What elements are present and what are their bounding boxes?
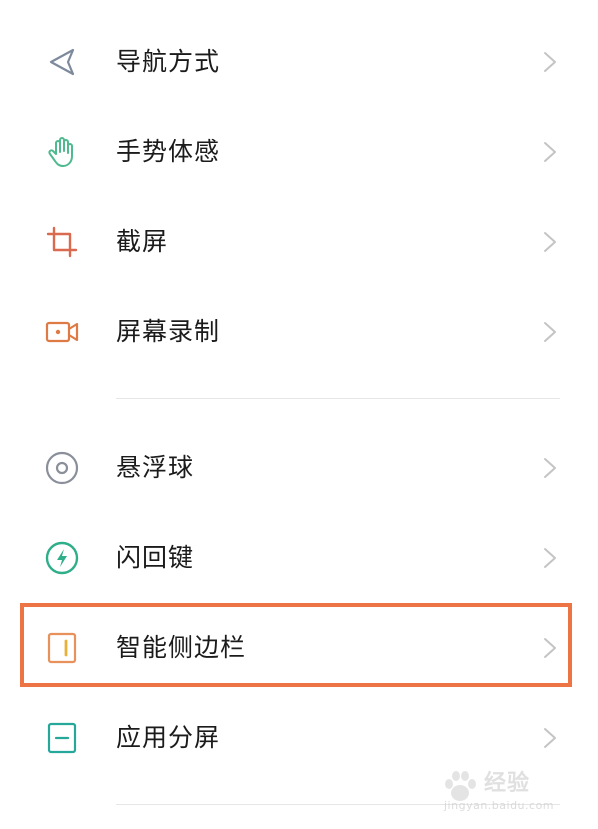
settings-item-screenshot[interactable]: 截屏	[0, 197, 598, 287]
chevron-right-icon	[540, 140, 560, 164]
settings-item-floating-ball[interactable]: 悬浮球	[0, 423, 598, 513]
settings-item-label: 导航方式	[116, 47, 221, 76]
settings-item-label: 闪回键	[116, 543, 195, 572]
settings-item-navigation-mode[interactable]: 导航方式	[0, 17, 598, 107]
highlight-annotation-box	[20, 603, 572, 687]
floating-ball-icon	[44, 450, 80, 486]
chevron-right-icon	[540, 50, 560, 74]
watermark-url: jingyan.baidu.com	[444, 799, 555, 812]
watermark: 经验 jingyan.baidu.com	[440, 763, 580, 815]
crop-icon	[44, 224, 80, 260]
navigation-arrow-icon	[44, 44, 80, 80]
screen-record-icon	[44, 314, 80, 350]
watermark-text: 经验	[484, 771, 531, 796]
settings-item-label: 屏幕录制	[116, 317, 221, 346]
settings-item-label: 手势体感	[116, 137, 221, 166]
settings-item-label: 应用分屏	[116, 723, 221, 752]
chevron-right-icon	[540, 320, 560, 344]
settings-item-gesture[interactable]: 手势体感	[0, 107, 598, 197]
chevron-right-icon	[540, 726, 560, 750]
chevron-right-icon	[540, 456, 560, 480]
settings-item-label: 悬浮球	[116, 453, 195, 482]
flash-back-icon	[44, 540, 80, 576]
settings-item-screen-record[interactable]: 屏幕录制	[0, 287, 598, 377]
settings-item-flash-back[interactable]: 闪回键	[0, 513, 598, 603]
settings-item-label: 截屏	[116, 227, 169, 256]
chevron-right-icon	[540, 546, 560, 570]
split-screen-icon	[44, 720, 80, 756]
chevron-right-icon	[540, 230, 560, 254]
hand-gesture-icon	[44, 134, 80, 170]
section-divider	[116, 398, 560, 399]
